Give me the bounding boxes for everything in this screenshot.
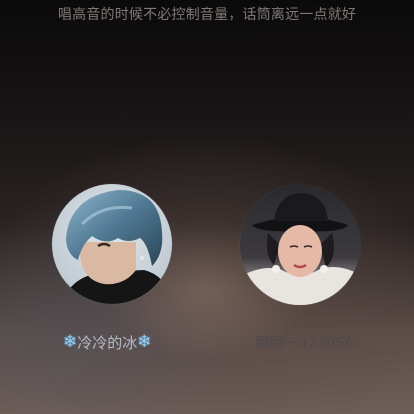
left-user-avatar[interactable]	[52, 184, 172, 304]
left-user-name: ❄ 冷冷的冰 ❄	[63, 332, 152, 353]
snowflake-icon: ❄	[63, 332, 78, 352]
snowflake-icon: ❄	[137, 332, 152, 352]
left-user-name-text: 冷冷的冰	[77, 334, 138, 352]
right-user-name: 顾顾一423056	[255, 336, 354, 352]
singing-tip: 唱高音的时候不必控制音量，话筒离远一点就好	[57, 7, 357, 23]
right-user-avatar[interactable]	[240, 185, 360, 305]
